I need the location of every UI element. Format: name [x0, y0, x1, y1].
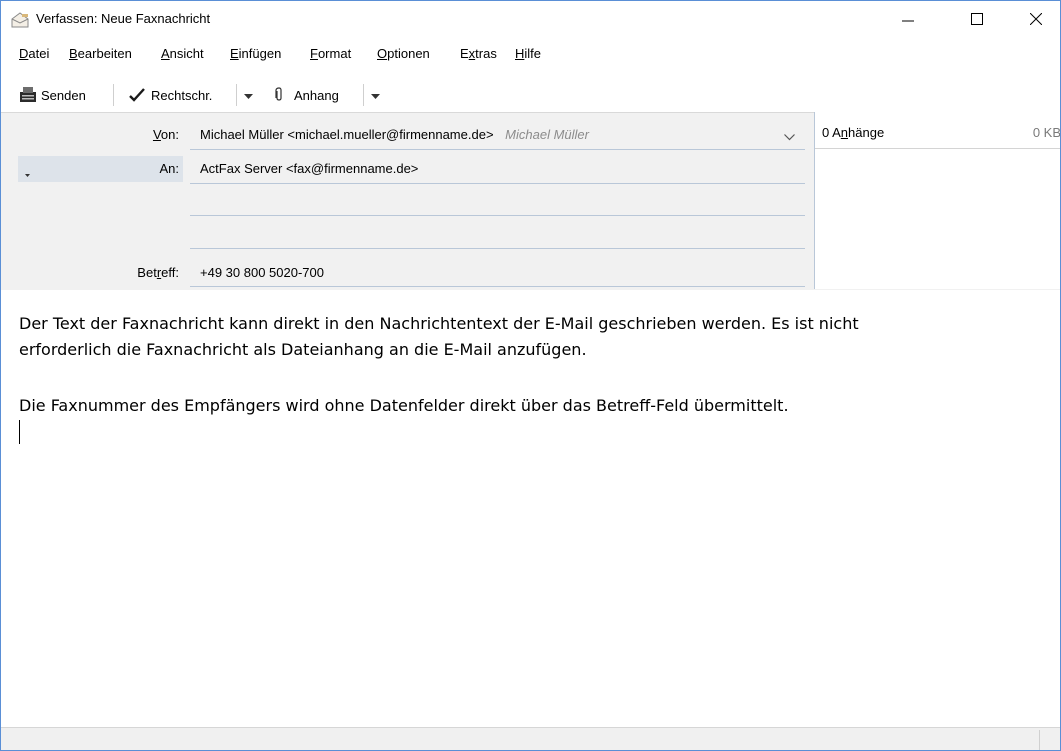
- subject-underline: [190, 286, 805, 287]
- compose-window: Verfassen: Neue Faxnachricht Datei Bearb…: [0, 0, 1061, 751]
- status-divider: [1039, 730, 1040, 750]
- subject-label: Betreff:: [137, 265, 179, 280]
- small-dropdown-icon: [25, 166, 30, 181]
- spellcheck-dropdown[interactable]: [241, 85, 255, 105]
- body-text-line: Der Text der Faxnachricht kann direkt in…: [19, 314, 859, 333]
- recipient-row-empty[interactable]: [190, 215, 805, 216]
- message-body-editor[interactable]: Der Text der Faxnachricht kann direkt in…: [1, 290, 1060, 727]
- menu-bar: Datei Bearbeiten Ansicht Einfügen Format…: [1, 46, 1060, 66]
- compose-mail-icon: [11, 12, 29, 28]
- recipient-row-empty[interactable]: [190, 248, 805, 249]
- from-underline: [190, 149, 805, 150]
- send-label: Senden: [41, 87, 86, 103]
- spellcheck-button[interactable]: Rechtschr.: [129, 83, 212, 107]
- title-bar: Verfassen: Neue Faxnachricht: [1, 1, 1060, 38]
- checkmark-icon: [129, 87, 145, 103]
- toolbar-separator: [363, 84, 364, 106]
- body-text-line: Die Faxnummer des Empfängers wird ohne D…: [19, 396, 789, 415]
- menu-format[interactable]: Format: [310, 46, 351, 61]
- maximize-button[interactable]: [954, 1, 1000, 38]
- to-underline: [190, 183, 805, 184]
- close-button[interactable]: [1013, 1, 1059, 38]
- toolbar-separator: [236, 84, 237, 106]
- menu-hilfe[interactable]: Hilfe: [515, 46, 541, 61]
- paperclip-icon: [273, 87, 285, 103]
- attach-button[interactable]: Anhang: [273, 83, 339, 107]
- from-address: Michael Müller <michael.mueller@firmenna…: [200, 127, 494, 142]
- to-label: An:: [159, 161, 179, 176]
- menu-optionen[interactable]: Optionen: [377, 46, 430, 61]
- spellcheck-label: Rechtschr.: [151, 87, 213, 103]
- menu-bearbeiten[interactable]: Bearbeiten: [69, 46, 132, 61]
- menu-datei[interactable]: Datei: [19, 46, 49, 61]
- from-label: Von:: [152, 127, 179, 142]
- chevron-down-icon: [784, 129, 795, 144]
- toolbar-separator: [113, 84, 114, 106]
- attachments-header: 0 Anhänge 0 KB: [815, 112, 1061, 149]
- from-dropdown[interactable]: [784, 129, 795, 144]
- toolbar: Senden Rechtschr. Anhang: [1, 79, 1060, 111]
- subject-field[interactable]: +49 30 800 5020-700: [200, 265, 324, 280]
- body-text-line: erforderlich die Faxnachricht als Dateia…: [19, 340, 587, 359]
- menu-einfuegen[interactable]: Einfügen: [230, 46, 281, 61]
- to-field[interactable]: ActFax Server <fax@firmenname.de>: [200, 161, 418, 176]
- chevron-down-icon: [243, 88, 253, 103]
- attachments-count: 0 Anhänge: [822, 125, 885, 140]
- chevron-down-icon: [370, 88, 380, 103]
- attach-dropdown[interactable]: [368, 85, 382, 105]
- window-title: Verfassen: Neue Faxnachricht: [36, 11, 211, 26]
- attachments-size: 0 KB: [1032, 125, 1061, 140]
- attach-label: Anhang: [294, 87, 339, 103]
- menu-extras[interactable]: Extras: [460, 46, 497, 61]
- text-caret: [19, 420, 20, 444]
- fax-machine-icon: [19, 86, 37, 104]
- menu-ansicht[interactable]: Ansicht: [161, 46, 204, 61]
- attachments-panel[interactable]: 0 Anhänge 0 KB: [814, 112, 1061, 289]
- status-bar: [1, 727, 1060, 750]
- minimize-button[interactable]: [885, 1, 931, 38]
- from-identity: Michael Müller: [505, 127, 589, 142]
- send-button[interactable]: Senden: [19, 83, 86, 107]
- from-field[interactable]: Michael Müller <michael.mueller@firmenna…: [200, 127, 589, 142]
